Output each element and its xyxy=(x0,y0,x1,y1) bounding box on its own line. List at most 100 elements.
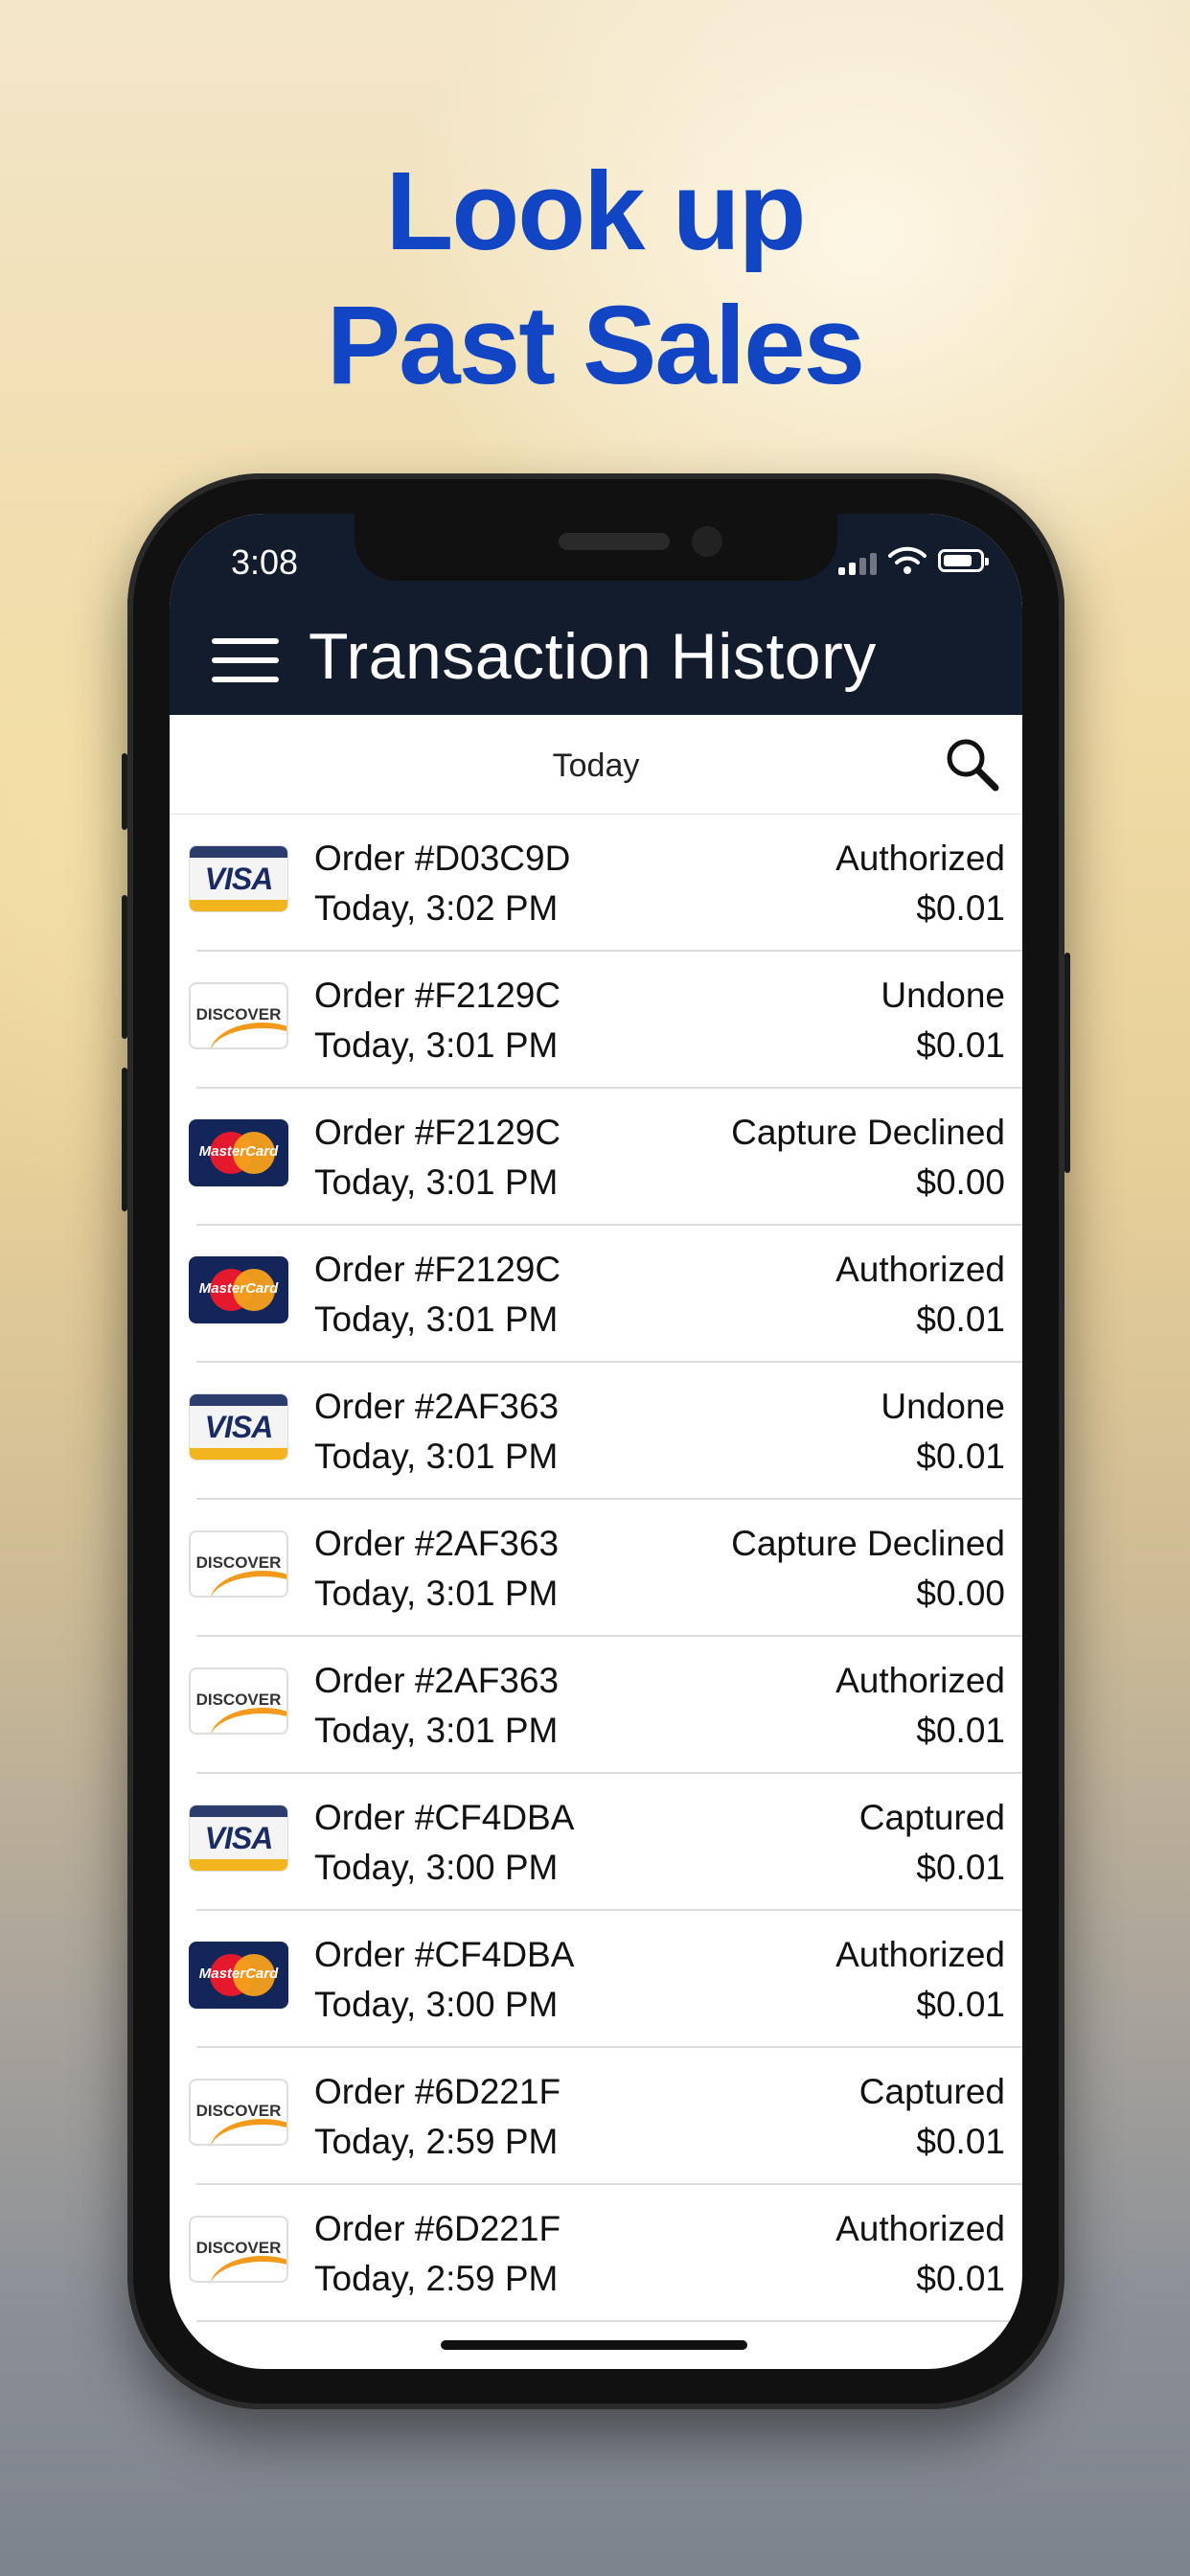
phone-frame: 3:08 Transaction History Today VISA Orde… xyxy=(122,473,1070,2409)
order-info: Order #F2129C Today, 3:01 PM xyxy=(314,1108,561,1208)
discover-card-icon: DISCOVER xyxy=(189,2079,288,2146)
transaction-status: Capture Declined xyxy=(731,1524,1005,1563)
transaction-summary: Authorized $0.01 xyxy=(835,2204,1005,2304)
transaction-status: Undone xyxy=(881,1387,1005,1426)
card-brand-label: DISCOVER xyxy=(195,1005,282,1024)
order-time: Today, 2:59 PM xyxy=(314,2122,559,2161)
order-info: Order #6D221F Today, 2:59 PM xyxy=(314,2067,561,2167)
card-brand-label: MasterCard xyxy=(198,1966,279,1982)
transaction-row[interactable]: DISCOVER Order #6D221F Today, 2:59 PM Autho… xyxy=(170,2185,1022,2322)
order-number: Order #CF4DBA xyxy=(314,1935,575,1974)
transaction-amount: $0.00 xyxy=(916,1162,1005,1202)
transaction-row[interactable]: DISCOVER Order #6D221F Today, 2:59 PM Captu… xyxy=(170,2048,1022,2185)
transaction-amount: $0.01 xyxy=(916,888,1005,928)
transaction-amount: $0.00 xyxy=(916,1574,1005,1613)
order-info: Order #CF4DBA Today, 3:00 PM xyxy=(314,1930,574,2030)
card-brand-label: VISA xyxy=(204,1410,274,1444)
card-brand-label: DISCOVER xyxy=(195,1553,282,1572)
order-time: Today, 3:01 PM xyxy=(314,1300,559,1339)
marketing-headline: Look up Past Sales xyxy=(0,144,1190,412)
order-number: Order #F2129C xyxy=(314,1113,561,1152)
transaction-amount: $0.01 xyxy=(916,2259,1005,2298)
transaction-status: Undone xyxy=(881,976,1005,1015)
order-time: Today, 2:59 PM xyxy=(314,2259,559,2298)
front-camera xyxy=(692,526,722,557)
transaction-status: Captured xyxy=(858,2072,1005,2111)
mute-switch xyxy=(122,753,127,830)
app-header: 3:08 Transaction History xyxy=(170,514,1022,715)
order-info: Order #2AF363 Today, 3:01 PM xyxy=(314,1519,559,1619)
discover-card-icon: DISCOVER xyxy=(189,2216,288,2283)
transaction-status: Authorized xyxy=(835,1935,1005,1974)
order-number: Order #6D221F xyxy=(314,2209,561,2248)
transaction-row[interactable]: MasterCard Order #CF4DBA Today, 3:00 PM Aut… xyxy=(170,1911,1022,2048)
order-info: Order #2AF363 Today, 3:01 PM xyxy=(314,1382,559,1482)
transaction-summary: Capture Declined $0.00 xyxy=(731,1108,1005,1208)
order-time: Today, 3:00 PM xyxy=(314,1985,559,2024)
transaction-row[interactable]: VISA Order #2AF363 Today, 3:01 PM Undone $0.… xyxy=(170,1363,1022,1500)
transaction-amount: $0.01 xyxy=(916,1025,1005,1065)
transaction-amount: $0.01 xyxy=(916,1711,1005,1750)
card-brand-label: DISCOVER xyxy=(195,2102,282,2120)
discover-card-icon: DISCOVER xyxy=(189,1668,288,1735)
cellular-signal-icon xyxy=(838,553,877,575)
date-filter-bar: Today xyxy=(170,715,1022,815)
transaction-status: Authorized xyxy=(835,2209,1005,2248)
card-brand-label: MasterCard xyxy=(198,1143,279,1160)
headline-line-2: Past Sales xyxy=(326,283,865,407)
screen-title: Transaction History xyxy=(309,620,877,693)
wifi-icon xyxy=(888,546,927,574)
transaction-summary: Captured $0.01 xyxy=(859,2067,1005,2167)
status-icons xyxy=(838,546,992,575)
order-info: Order #CF4DBA Today, 3:00 PM xyxy=(314,1793,574,1893)
speaker xyxy=(559,533,670,550)
mastercard-card-icon: MasterCard xyxy=(189,1256,288,1323)
order-time: Today, 3:00 PM xyxy=(314,1848,559,1887)
home-indicator[interactable] xyxy=(441,2340,747,2350)
mastercard-card-icon: MasterCard xyxy=(189,1942,288,2009)
hamburger-menu-icon[interactable] xyxy=(212,638,279,686)
power-button xyxy=(1064,953,1070,1173)
date-filter-label[interactable]: Today xyxy=(170,748,1022,785)
visa-card-icon: VISA xyxy=(189,1393,288,1460)
transaction-row[interactable]: DISCOVER Order #2AF363 Today, 3:01 PM Captu… xyxy=(170,1500,1022,1637)
card-brand-label: MasterCard xyxy=(198,1280,279,1297)
transaction-summary: Authorized $0.01 xyxy=(835,1930,1005,2030)
card-brand-label: DISCOVER xyxy=(195,2239,282,2257)
order-info: Order #F2129C Today, 3:01 PM xyxy=(314,971,561,1070)
transaction-summary: Authorized $0.01 xyxy=(835,1245,1005,1345)
card-brand-label: DISCOVER xyxy=(195,1690,282,1709)
discover-card-icon: DISCOVER xyxy=(189,982,288,1049)
visa-card-icon: VISA xyxy=(189,845,288,912)
transaction-status: Captured xyxy=(858,1798,1005,1837)
order-time: Today, 3:01 PM xyxy=(314,1711,559,1750)
transaction-row[interactable]: DISCOVER Order #F2129C Today, 3:01 PM Undon… xyxy=(170,952,1022,1089)
transaction-summary: Authorized $0.01 xyxy=(835,1656,1005,1756)
transaction-row[interactable]: VISA Order #CF4DBA Today, 3:00 PM Captured $… xyxy=(170,1774,1022,1911)
transaction-amount: $0.01 xyxy=(916,1437,1005,1476)
transaction-row[interactable]: VISA Order #D03C9D Today, 3:02 PM Authorize… xyxy=(170,815,1022,952)
transaction-row[interactable]: MasterCard Order #F2129C Today, 3:01 PM Aut… xyxy=(170,1226,1022,1363)
order-time: Today, 3:01 PM xyxy=(314,1437,559,1476)
transaction-amount: $0.01 xyxy=(916,1848,1005,1887)
transaction-row[interactable]: DISCOVER Order #2AF363 Today, 3:01 PM Autho… xyxy=(170,1637,1022,1774)
order-number: Order #2AF363 xyxy=(314,1524,560,1563)
order-time: Today, 3:01 PM xyxy=(314,1025,559,1065)
discover-card-icon: DISCOVER xyxy=(189,1530,288,1598)
order-info: Order #D03C9D Today, 3:02 PM xyxy=(314,834,570,933)
order-number: Order #D03C9D xyxy=(314,839,571,878)
card-brand-label: VISA xyxy=(204,862,274,896)
order-number: Order #6D221F xyxy=(314,2072,561,2111)
phone-screen: 3:08 Transaction History Today VISA Orde… xyxy=(170,514,1022,2369)
volume-up-button xyxy=(122,895,127,1039)
search-icon[interactable] xyxy=(942,734,1003,795)
order-number: Order #CF4DBA xyxy=(314,1798,575,1837)
order-time: Today, 3:01 PM xyxy=(314,1574,559,1613)
order-number: Order #2AF363 xyxy=(314,1387,560,1426)
transaction-summary: Undone $0.01 xyxy=(881,1382,1005,1482)
transaction-list: VISA Order #D03C9D Today, 3:02 PM Authorize… xyxy=(170,815,1022,2322)
notch xyxy=(355,514,837,581)
transaction-row[interactable]: MasterCard Order #F2129C Today, 3:01 PM Cap… xyxy=(170,1089,1022,1226)
volume-down-button xyxy=(122,1068,127,1211)
order-number: Order #2AF363 xyxy=(314,1661,560,1700)
